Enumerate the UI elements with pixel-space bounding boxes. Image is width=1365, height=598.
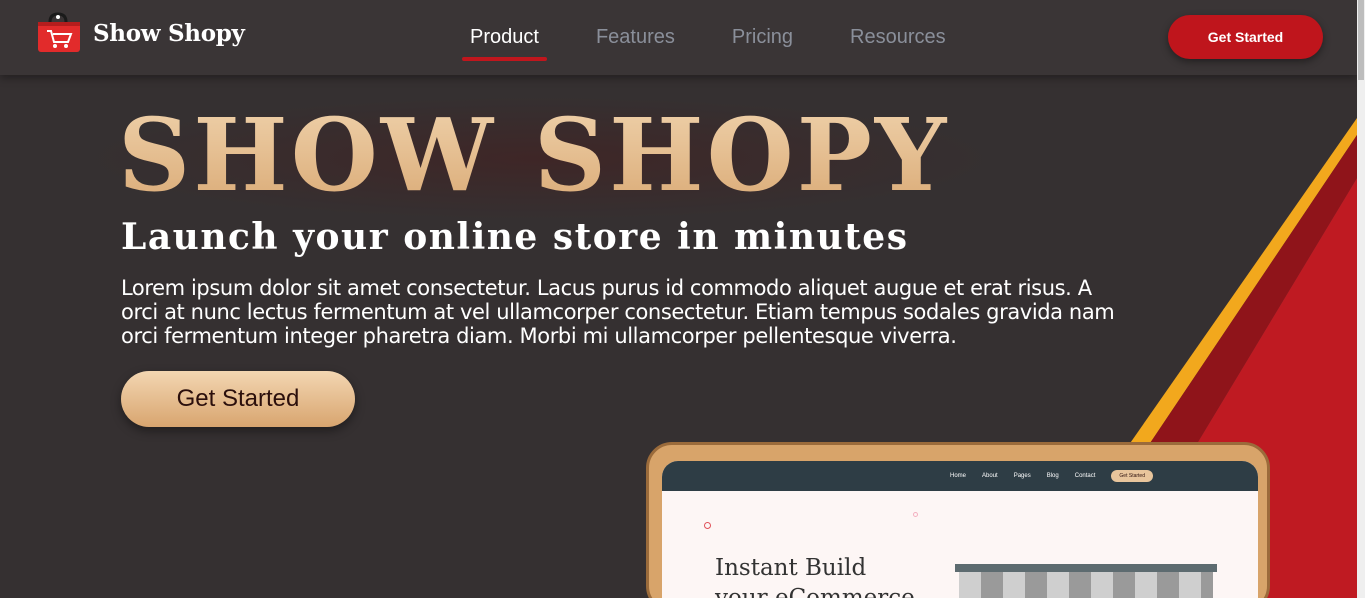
scrollbar-thumb[interactable]: [1358, 0, 1364, 80]
brand-name: Show Shopy: [93, 19, 245, 47]
hero-subtitle: Launch your online store in minutes: [121, 216, 909, 258]
decor-dot: [913, 512, 918, 517]
nav-link-resources[interactable]: Resources: [842, 26, 954, 49]
mockup-headline-line2: your eCommerce: [715, 585, 915, 598]
hero-get-started-button[interactable]: Get Started: [121, 371, 355, 427]
page-scrollbar[interactable]: [1357, 0, 1365, 598]
mockup-navbar: Home About Pages Blog Contact Get Starte…: [662, 461, 1258, 491]
main-nav: Product Features Pricing Resources: [462, 0, 995, 75]
mockup-nav-blog: Blog: [1046, 473, 1059, 479]
mockup-headline: Instant Build your eCommerce: [715, 553, 915, 598]
nav-link-product[interactable]: Product: [462, 26, 547, 61]
nav-link-pricing[interactable]: Pricing: [724, 26, 801, 49]
brand[interactable]: Show Shopy: [36, 12, 245, 54]
nav-link-features[interactable]: Features: [588, 26, 683, 49]
hero-title: SHOW SHOPY: [118, 96, 950, 214]
mockup-nav-about: About: [982, 473, 998, 479]
mockup-get-started-button: Get Started: [1111, 470, 1153, 482]
store-awning-icon: [955, 564, 1217, 598]
device-mockup: Home About Pages Blog Contact Get Starte…: [646, 442, 1270, 598]
hero-description: Lorem ipsum dolor sit amet consectetur. …: [121, 276, 1115, 348]
header-get-started-button[interactable]: Get Started: [1168, 15, 1323, 59]
mockup-headline-line1: Instant Build: [715, 555, 867, 581]
mockup-nav-home: Home: [950, 473, 967, 479]
decor-dot: [704, 522, 711, 529]
shopping-bag-cart-icon: [36, 12, 82, 54]
mockup-screen: Home About Pages Blog Contact Get Starte…: [662, 461, 1258, 598]
top-navbar: Show Shopy Product Features Pricing Reso…: [0, 0, 1357, 75]
mockup-nav-contact: Contact: [1074, 473, 1096, 479]
mockup-nav-pages: Pages: [1013, 473, 1031, 479]
